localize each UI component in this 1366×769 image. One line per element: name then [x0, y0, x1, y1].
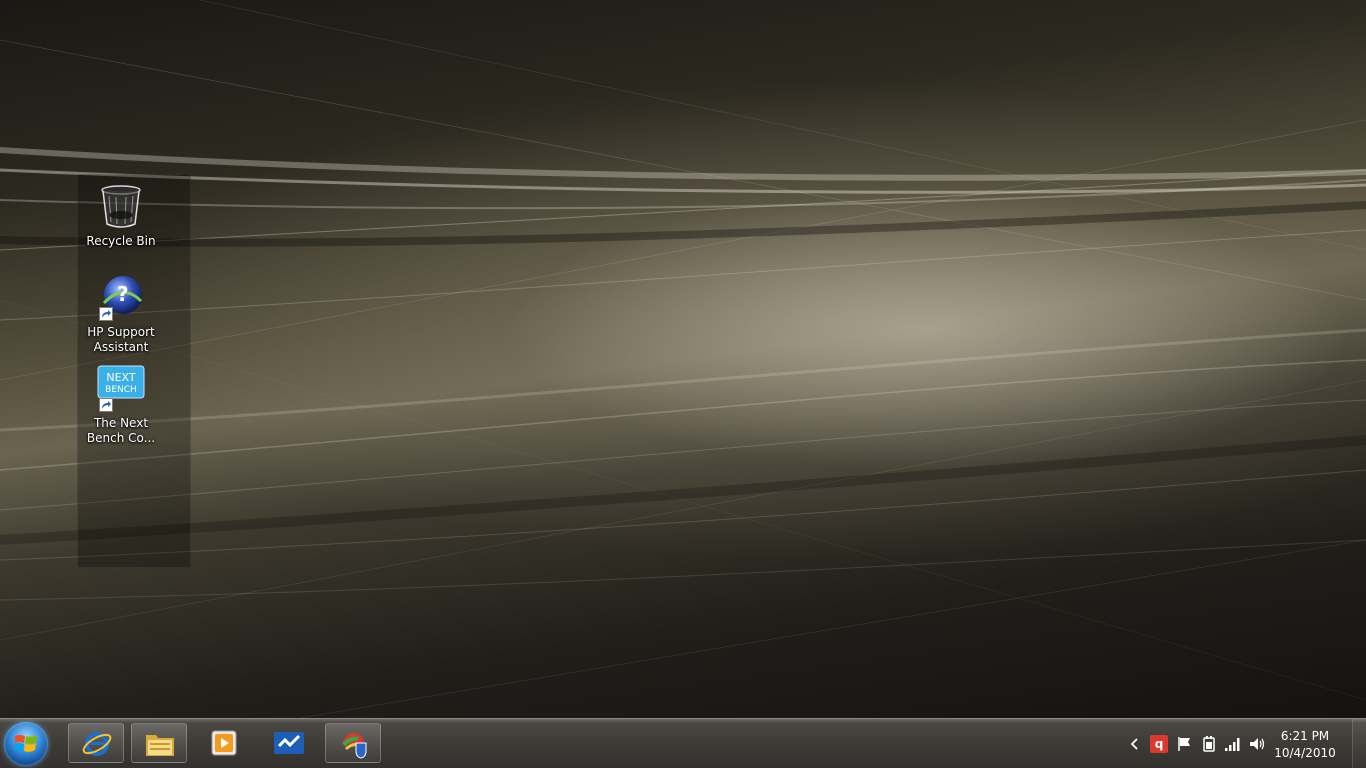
security-shield-icon — [342, 732, 367, 759]
hp-support-assistant-icon: ? — [97, 273, 145, 321]
show-desktop-button[interactable] — [1352, 719, 1366, 769]
desktop-icon-label: Recycle Bin — [86, 234, 156, 248]
taskbar-windows-explorer-button[interactable] — [131, 723, 187, 763]
shortcut-arrow-icon — [99, 307, 113, 321]
clock-date: 10/4/2010 — [1274, 746, 1336, 760]
wallpaper-streaks — [0, 0, 1366, 718]
checkmark-app-icon — [274, 732, 304, 754]
taskbar-media-player-button[interactable] — [196, 723, 252, 763]
media-player-icon — [211, 730, 237, 756]
taskbar: q 6:21 PM 10/4/2010 — [0, 718, 1366, 769]
taskbar-security-button[interactable] — [325, 723, 381, 763]
taskbar-clock[interactable]: 6:21 PM 10/4/2010 — [1270, 728, 1340, 762]
volume-icon[interactable] — [1248, 735, 1266, 753]
next-bench-icon: NEXT BENCH — [97, 364, 145, 412]
desktop-icon-label: HP Support Assistant — [87, 325, 155, 354]
desktop-icon-hp-support-assistant[interactable]: ? HP Support Assistant — [76, 273, 166, 355]
quickbooks-icon[interactable]: q — [1150, 735, 1168, 753]
svg-text:q: q — [1155, 737, 1164, 751]
clock-time: 6:21 PM — [1280, 729, 1330, 743]
next-bench-logo-text: BENCH — [105, 385, 137, 395]
windows-start-icon — [14, 735, 37, 752]
internet-explorer-icon — [82, 732, 112, 756]
desktop[interactable]: Recycle Bin ? HP Support Assistant NEXT … — [0, 0, 1366, 718]
desktop-icon-next-bench[interactable]: NEXT BENCH The Next Bench Co... — [76, 364, 166, 446]
folder-icon — [146, 735, 174, 756]
svg-text:?: ? — [117, 282, 129, 306]
desktop-icon-recycle-bin[interactable]: Recycle Bin — [76, 182, 166, 249]
start-button[interactable] — [4, 722, 48, 766]
system-tray: q 6:21 PM 10/4/2010 — [1116, 719, 1366, 769]
desktop-icon-label: The Next Bench Co... — [86, 416, 156, 445]
taskbar-internet-explorer-button[interactable] — [68, 723, 124, 763]
shortcut-arrow-icon — [99, 398, 113, 412]
chevron-left-icon[interactable] — [1126, 735, 1144, 753]
taskbar-hp-quickweb-button[interactable] — [261, 723, 317, 763]
signal-icon[interactable] — [1224, 735, 1242, 753]
next-bench-logo-text: NEXT — [106, 371, 136, 384]
power-icon[interactable] — [1200, 735, 1218, 753]
flag-icon[interactable] — [1176, 735, 1194, 753]
recycle-bin-icon — [97, 182, 145, 230]
